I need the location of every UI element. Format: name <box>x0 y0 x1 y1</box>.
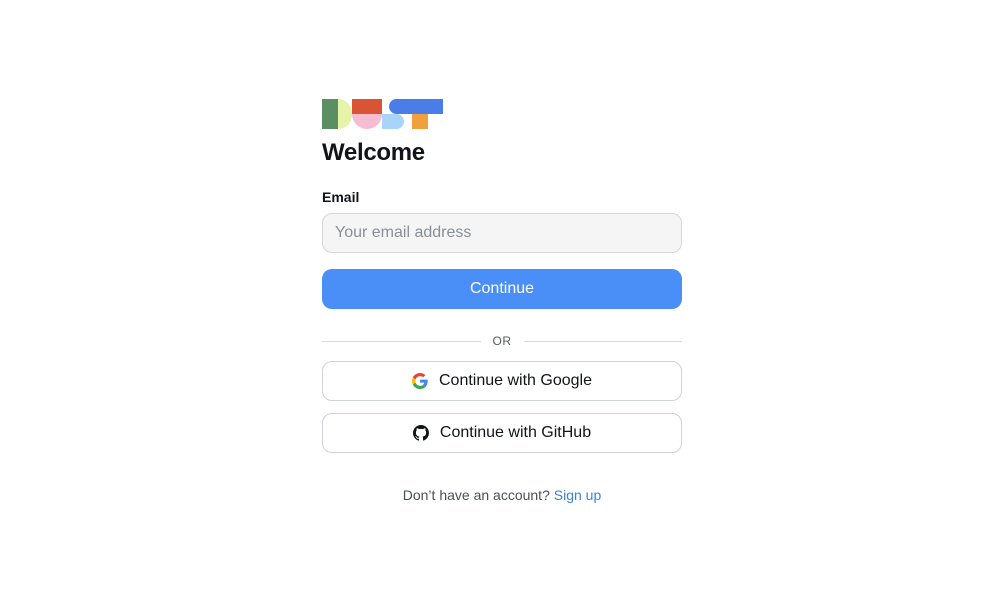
github-icon <box>412 425 429 441</box>
logo-shape <box>389 99 443 114</box>
login-panel: Welcome Email Continue OR Continue with … <box>322 99 682 503</box>
signup-row: Don’t have an account? Sign up <box>322 487 682 503</box>
github-button-label: Continue with GitHub <box>439 424 592 441</box>
github-signin-button[interactable]: Continue with GitHub <box>322 413 682 453</box>
divider-text: OR <box>492 334 512 348</box>
divider-line <box>322 340 481 342</box>
logo-shape <box>352 99 382 114</box>
logo-shape <box>338 99 352 129</box>
logo-shape <box>322 99 338 129</box>
email-label: Email <box>322 189 360 205</box>
continue-button[interactable]: Continue <box>322 269 682 309</box>
email-field[interactable] <box>322 213 682 253</box>
page-title: Welcome <box>322 139 425 166</box>
logo-shape <box>412 114 428 129</box>
google-icon <box>412 373 428 389</box>
logo-shape <box>352 114 382 129</box>
dust-logo <box>322 99 444 131</box>
logo-shape <box>382 114 404 129</box>
signup-prompt: Don’t have an account? <box>402 487 550 503</box>
divider-line <box>523 340 682 342</box>
signup-link[interactable]: Sign up <box>554 487 601 503</box>
google-button-label: Continue with Google <box>439 372 592 389</box>
or-divider: OR <box>322 329 682 353</box>
google-signin-button[interactable]: Continue with Google <box>322 361 682 401</box>
